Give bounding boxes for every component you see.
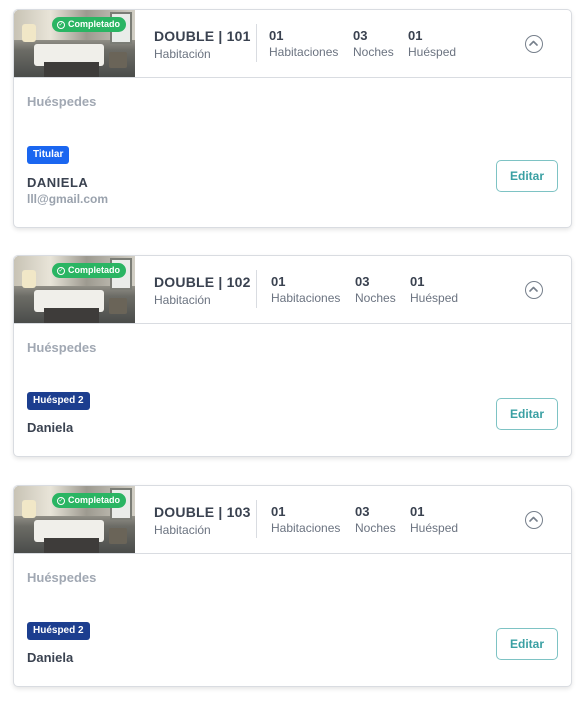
status-badge-label: Completado — [68, 495, 121, 505]
room-name: DOUBLE | 102 — [154, 274, 251, 290]
divider — [256, 500, 257, 538]
room-name: DOUBLE | 103 — [154, 504, 251, 520]
rooms-label: Habitaciones — [269, 45, 339, 59]
nights-label: Noches — [353, 45, 394, 59]
status-badge: ✓ Completado — [52, 493, 127, 508]
guest-name: Daniela — [27, 420, 74, 435]
rooms-count: 01 — [271, 504, 286, 519]
guests-count: 01 — [410, 274, 425, 289]
edit-button[interactable]: Editar — [496, 160, 558, 192]
check-circle-icon: ✓ — [57, 496, 65, 505]
status-badge-label: Completado — [68, 265, 121, 275]
reservation-card-101: ✓ Completado DOUBLE | 101 Habitación 01 … — [13, 9, 572, 228]
guests-label: Huésped — [408, 45, 457, 59]
room-subtitle: Habitación — [154, 523, 211, 537]
guest-name: DANIELA — [27, 175, 89, 190]
guests-label: Huésped — [410, 521, 459, 535]
guests-section-title: Huéspedes — [27, 570, 97, 585]
status-badge-label: Completado — [68, 19, 121, 29]
room-name: DOUBLE | 101 — [154, 28, 251, 44]
guests-section-title: Huéspedes — [27, 94, 97, 109]
edit-button[interactable]: Editar — [496, 628, 558, 660]
divider — [256, 24, 257, 62]
reservation-card-103: ✓ Completado DOUBLE | 103 Habitación 01 … — [13, 485, 572, 687]
nights-label: Noches — [355, 521, 396, 535]
nights-count: 03 — [355, 504, 370, 519]
guest-role-badge: Titular — [27, 146, 70, 164]
guests-count: 01 — [408, 28, 423, 43]
guests-count: 01 — [410, 504, 425, 519]
rooms-count: 01 — [271, 274, 286, 289]
rooms-count: 01 — [269, 28, 284, 43]
guests-label: Huésped — [410, 291, 459, 305]
check-circle-icon: ✓ — [57, 20, 65, 29]
chevron-up-circle-icon[interactable] — [525, 35, 543, 53]
card-header[interactable]: ✓ Completado DOUBLE | 102 Habitación 01 … — [14, 256, 571, 324]
rooms-label: Habitaciones — [271, 291, 341, 305]
check-circle-icon: ✓ — [57, 266, 65, 275]
room-subtitle: Habitación — [154, 293, 211, 307]
nights-count: 03 — [355, 274, 370, 289]
rooms-label: Habitaciones — [271, 521, 341, 535]
divider — [256, 270, 257, 308]
room-thumbnail: ✓ Completado — [14, 10, 135, 77]
room-subtitle: Habitación — [154, 47, 211, 61]
card-header[interactable]: ✓ Completado DOUBLE | 101 Habitación 01 … — [14, 10, 571, 78]
edit-button[interactable]: Editar — [496, 398, 558, 430]
chevron-up-circle-icon[interactable] — [525, 281, 543, 299]
guests-section-title: Huéspedes — [27, 340, 97, 355]
nights-count: 03 — [353, 28, 368, 43]
nights-label: Noches — [355, 291, 396, 305]
chevron-up-circle-icon[interactable] — [525, 511, 543, 529]
reservation-card-102: ✓ Completado DOUBLE | 102 Habitación 01 … — [13, 255, 572, 457]
guest-role-badge: Huésped 2 — [27, 392, 90, 410]
status-badge: ✓ Completado — [52, 17, 127, 32]
guest-email: lll@gmail.com — [27, 192, 109, 206]
card-header[interactable]: ✓ Completado DOUBLE | 103 Habitación 01 … — [14, 486, 571, 554]
guest-role-badge: Huésped 2 — [27, 622, 90, 640]
room-thumbnail: ✓ Completado — [14, 486, 135, 553]
guest-name: Daniela — [27, 650, 74, 665]
room-thumbnail: ✓ Completado — [14, 256, 135, 323]
status-badge: ✓ Completado — [52, 263, 127, 278]
